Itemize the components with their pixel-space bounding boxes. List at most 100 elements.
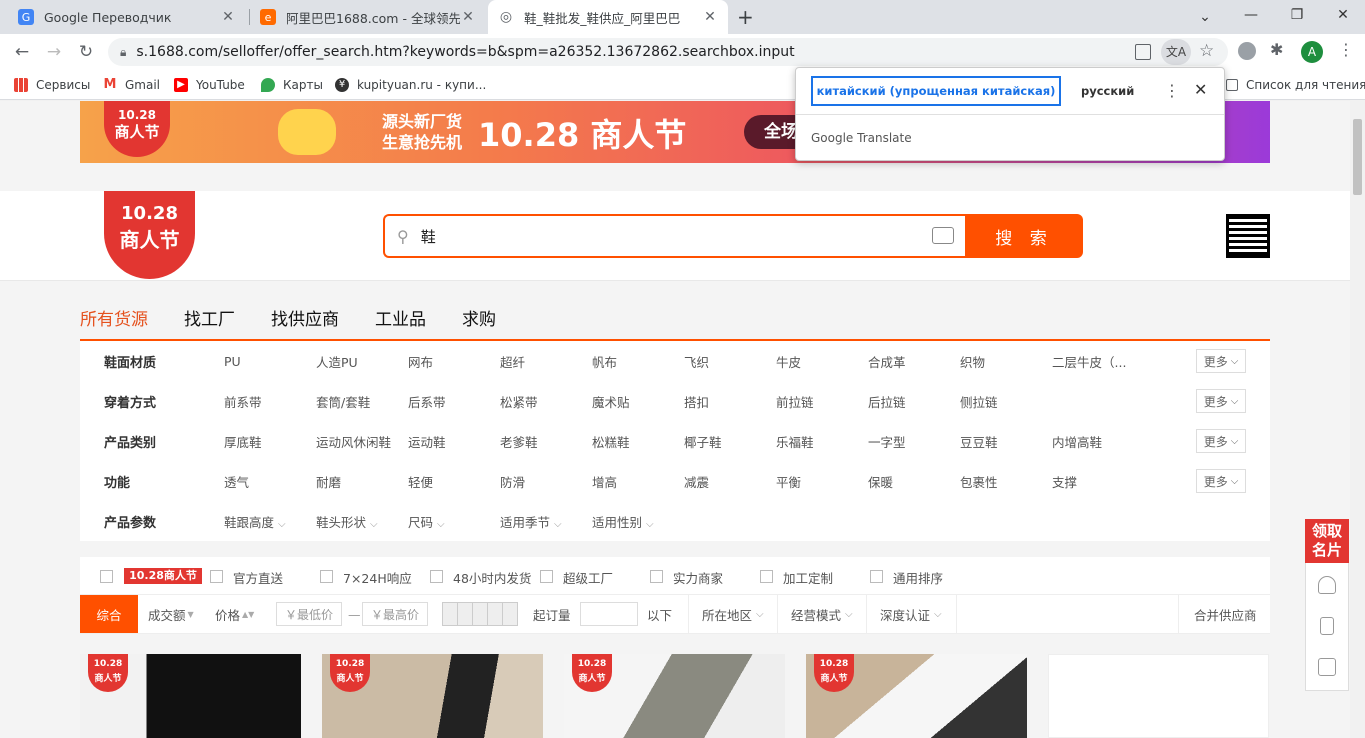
checkbox[interactable] bbox=[540, 570, 553, 583]
options-menu-icon[interactable]: ⋮ bbox=[1164, 81, 1180, 100]
star-icon[interactable]: ☆ bbox=[1199, 41, 1214, 61]
get-card-button[interactable]: 领取名片 bbox=[1305, 519, 1349, 563]
back-icon[interactable]: ← bbox=[10, 40, 34, 64]
product-card[interactable]: 10.28 商人节 bbox=[564, 654, 785, 738]
param-dropdown[interactable]: 鞋跟高度 ⌵ bbox=[224, 512, 286, 531]
address-bar[interactable]: 🔒︎ s.1688.com/selloffer/offer_search.htm… bbox=[108, 38, 1228, 66]
more-button[interactable]: 更多 ⌵ bbox=[1196, 469, 1246, 493]
filter-option[interactable]: 超纤 bbox=[500, 352, 525, 371]
sort-volume[interactable]: 成交额 ▼ bbox=[148, 595, 194, 633]
filter-option[interactable]: 增高 bbox=[592, 472, 617, 491]
target-language-tab[interactable]: русский bbox=[1081, 76, 1151, 106]
filter-option[interactable]: 透气 bbox=[224, 472, 249, 491]
filter-option[interactable]: 保暖 bbox=[868, 472, 893, 491]
region-dropdown[interactable]: 所在地区 ⌵ bbox=[702, 595, 764, 633]
maximize-icon[interactable]: ❐ bbox=[1274, 0, 1320, 30]
tab-purchase[interactable]: 求购 bbox=[462, 301, 496, 330]
tab-factories[interactable]: 找工厂 bbox=[184, 301, 235, 330]
close-tab-icon[interactable]: ✕ bbox=[460, 9, 476, 25]
tab-google-translate[interactable]: G Google Переводчик ✕ bbox=[8, 0, 246, 34]
filter-option[interactable]: 运动鞋 bbox=[408, 432, 446, 451]
filter-option[interactable]: 魔术贴 bbox=[592, 392, 630, 411]
reload-icon[interactable]: ↻ bbox=[74, 40, 98, 64]
feedback-icon[interactable] bbox=[1318, 658, 1336, 676]
forward-icon[interactable]: → bbox=[42, 40, 66, 64]
bookmark-youtube[interactable]: ▶ YouTube bbox=[174, 76, 245, 94]
close-window-icon[interactable]: ✕ bbox=[1320, 0, 1365, 30]
profile-avatar[interactable]: A bbox=[1301, 41, 1323, 63]
filter-option[interactable]: 包裹性 bbox=[960, 472, 998, 491]
filter-option[interactable]: 帆布 bbox=[592, 352, 617, 371]
bookmark-gmail[interactable]: M Gmail bbox=[103, 76, 160, 94]
min-price-input[interactable]: ￥最低价 bbox=[276, 602, 342, 626]
filter-option[interactable]: 前系带 bbox=[224, 392, 262, 411]
cert-dropdown[interactable]: 深度认证 ⌵ bbox=[880, 595, 942, 633]
qr-code-icon[interactable] bbox=[1226, 214, 1270, 258]
filter-option[interactable]: 二层牛皮（... bbox=[1052, 352, 1126, 371]
tab-shoes[interactable]: ◎ 鞋_鞋批发_鞋供应_阿里巴巴 ✕ bbox=[488, 0, 728, 34]
product-card[interactable]: 10.28 商人节 bbox=[806, 654, 1027, 738]
filter-option[interactable]: 耐磨 bbox=[316, 472, 341, 491]
more-button[interactable]: 更多 ⌵ bbox=[1196, 429, 1246, 453]
filter-option[interactable]: 支撑 bbox=[1052, 472, 1077, 491]
mode-dropdown[interactable]: 经营模式 ⌵ bbox=[791, 595, 853, 633]
clipboard-icon[interactable] bbox=[1135, 44, 1151, 60]
close-tab-icon[interactable]: ✕ bbox=[702, 9, 718, 25]
search-button[interactable]: 搜 索 bbox=[965, 214, 1083, 258]
tab-all-sources[interactable]: 所有货源 bbox=[80, 301, 148, 330]
scrollbar[interactable] bbox=[1350, 101, 1365, 738]
filter-option[interactable]: 松紧带 bbox=[500, 392, 538, 411]
checkbox[interactable] bbox=[430, 570, 443, 583]
more-button[interactable]: 更多 ⌵ bbox=[1196, 349, 1246, 373]
filter-option[interactable]: 人造PU bbox=[316, 352, 358, 371]
product-card[interactable]: 10.28 商人节 bbox=[322, 654, 543, 738]
product-card[interactable]: 10.28 商人节 bbox=[80, 654, 301, 738]
price-range-histogram[interactable] bbox=[442, 602, 518, 626]
filter-option[interactable]: 前拉链 bbox=[776, 392, 814, 411]
more-button[interactable]: 更多 ⌵ bbox=[1196, 389, 1246, 413]
filter-option[interactable]: 侧拉链 bbox=[960, 392, 998, 411]
filter-option[interactable]: 运动风休闲鞋 bbox=[316, 432, 391, 451]
new-tab-icon[interactable]: + bbox=[737, 5, 754, 29]
filter-option[interactable]: 一字型 bbox=[868, 432, 906, 451]
close-tab-icon[interactable]: ✕ bbox=[220, 9, 236, 25]
filter-option[interactable]: 套筒/套鞋 bbox=[316, 392, 370, 411]
moq-input[interactable] bbox=[580, 602, 638, 626]
filter-option[interactable]: 椰子鞋 bbox=[684, 432, 722, 451]
max-price-input[interactable]: ￥最高价 bbox=[362, 602, 428, 626]
close-popup-icon[interactable]: ✕ bbox=[1194, 80, 1207, 99]
product-card[interactable] bbox=[1048, 654, 1269, 738]
reading-list[interactable]: Список для чтения bbox=[1226, 76, 1365, 94]
checkbox[interactable] bbox=[650, 570, 663, 583]
param-dropdown[interactable]: 适用季节 ⌵ bbox=[500, 512, 562, 531]
param-dropdown[interactable]: 鞋头形状 ⌵ bbox=[316, 512, 378, 531]
bookmark-kupityuan[interactable]: ¥ kupityuan.ru - купи... bbox=[335, 76, 486, 94]
filter-option[interactable]: 轻便 bbox=[408, 472, 433, 491]
filter-option[interactable]: 织物 bbox=[960, 352, 985, 371]
filter-option[interactable]: PU bbox=[224, 354, 241, 369]
translate-icon[interactable]: 文A bbox=[1161, 39, 1191, 65]
param-dropdown[interactable]: 适用性别 ⌵ bbox=[592, 512, 654, 531]
merge-suppliers[interactable]: 合并供应商 bbox=[1194, 595, 1257, 633]
filter-option[interactable]: 老爹鞋 bbox=[500, 432, 538, 451]
source-language-tab[interactable]: китайский (упрощенная китайская) bbox=[811, 76, 1061, 106]
menu-icon[interactable]: ⋮ bbox=[1338, 40, 1354, 59]
search-box[interactable]: ⚲ 鞋 bbox=[383, 214, 968, 258]
sort-price[interactable]: 价格 ▲▼ bbox=[215, 595, 254, 633]
checkbox[interactable] bbox=[870, 570, 883, 583]
filter-option[interactable]: 防滑 bbox=[500, 472, 525, 491]
checkbox[interactable] bbox=[320, 570, 333, 583]
filter-option[interactable]: 牛皮 bbox=[776, 352, 801, 371]
filter-option[interactable]: 减震 bbox=[684, 472, 709, 491]
filter-option[interactable]: 网布 bbox=[408, 352, 433, 371]
search-input[interactable]: 鞋 bbox=[421, 226, 436, 247]
tab-suppliers[interactable]: 找供应商 bbox=[271, 301, 339, 330]
checkbox[interactable] bbox=[760, 570, 773, 583]
filter-option[interactable]: 搭扣 bbox=[684, 392, 709, 411]
filter-option[interactable]: 豆豆鞋 bbox=[960, 432, 998, 451]
filter-option[interactable]: 厚底鞋 bbox=[224, 432, 262, 451]
account-icon[interactable] bbox=[1238, 42, 1256, 60]
tab-industrial[interactable]: 工业品 bbox=[375, 301, 426, 330]
bookmark-services[interactable]: Сервисы bbox=[14, 76, 90, 94]
lock-icon[interactable]: 🔒︎ bbox=[120, 45, 126, 60]
